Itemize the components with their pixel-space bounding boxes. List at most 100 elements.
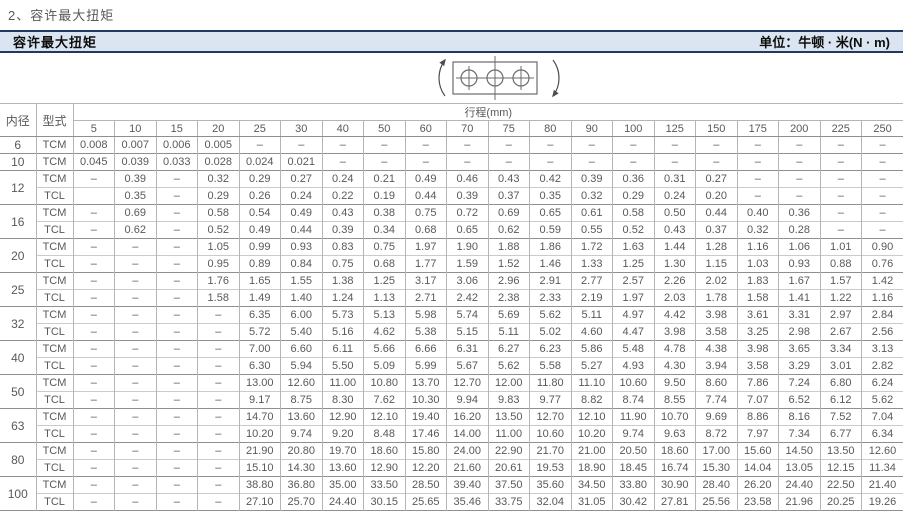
torque-value-cell: 6.23 <box>530 341 572 358</box>
torque-value-cell: 0.68 <box>405 222 447 239</box>
torque-value-cell: – <box>488 154 530 171</box>
torque-value-cell: 0.039 <box>115 154 157 171</box>
torque-value-cell: 3.98 <box>654 324 696 341</box>
torque-value-cell: 8.60 <box>696 375 738 392</box>
torque-value-cell: 4.60 <box>571 324 613 341</box>
torque-value-cell: 1.25 <box>364 273 406 290</box>
torque-value-cell: 5.58 <box>530 358 572 375</box>
torque-value-cell: – <box>198 426 240 443</box>
torque-value-cell: 14.30 <box>281 460 323 477</box>
torque-value-cell: 18.60 <box>654 443 696 460</box>
torque-value-cell: – <box>73 341 115 358</box>
torque-value-cell: 5.40 <box>281 324 323 341</box>
torque-value-cell: 5.94 <box>281 358 323 375</box>
table-row-bore-16-tcm: 16TCM–0.69–0.580.540.490.430.380.750.720… <box>0 205 903 222</box>
stroke-column-header: 150 <box>696 121 738 137</box>
torque-value-cell: 9.20 <box>322 426 364 443</box>
torque-value-cell: 25.70 <box>281 494 323 511</box>
torque-value-cell: 0.19 <box>364 188 406 205</box>
torque-value-cell: 3.94 <box>696 358 738 375</box>
torque-value-cell: 16.20 <box>447 409 489 426</box>
torque-value-cell: – <box>447 137 489 154</box>
bore-cell: 50 <box>0 375 36 409</box>
torque-value-cell: 1.97 <box>613 290 655 307</box>
torque-value-cell: 9.63 <box>654 426 696 443</box>
torque-value-cell: 33.50 <box>364 477 406 494</box>
bore-cell: 6 <box>0 137 36 154</box>
torque-value-cell: – <box>779 188 821 205</box>
torque-value-cell: – <box>115 256 157 273</box>
torque-value-cell: 1.38 <box>322 273 364 290</box>
torque-value-cell: 21.60 <box>447 460 489 477</box>
torque-value-cell: 1.63 <box>613 239 655 256</box>
torque-value-cell: 5.11 <box>571 307 613 324</box>
torque-value-cell: 5.48 <box>613 341 655 358</box>
torque-value-cell: 35.00 <box>322 477 364 494</box>
bore-cell: 20 <box>0 239 36 273</box>
torque-value-cell: 0.31 <box>654 171 696 188</box>
torque-value-cell: – <box>530 137 572 154</box>
torque-value-cell: – <box>198 324 240 341</box>
torque-value-cell: 2.19 <box>571 290 613 307</box>
torque-value-cell: – <box>156 239 198 256</box>
torque-value-cell: – <box>405 154 447 171</box>
torque-value-cell: 4.38 <box>696 341 738 358</box>
torque-value-cell: 3.13 <box>862 341 903 358</box>
torque-value-cell: 16.74 <box>654 460 696 477</box>
stroke-column-header: 5 <box>73 121 115 137</box>
torque-arrow-left <box>439 60 445 96</box>
torque-value-cell: – <box>862 188 903 205</box>
type-cell: TCL <box>36 426 73 443</box>
torque-value-cell: 2.57 <box>613 273 655 290</box>
torque-value-cell: 0.62 <box>488 222 530 239</box>
torque-value-cell: – <box>115 324 157 341</box>
torque-value-cell: 0.99 <box>239 239 281 256</box>
torque-value-cell: 27.81 <box>654 494 696 511</box>
torque-value-cell: 0.006 <box>156 137 198 154</box>
torque-value-cell: – <box>322 154 364 171</box>
torque-value-cell: 15.10 <box>239 460 281 477</box>
torque-value-cell: 0.68 <box>364 256 406 273</box>
type-cell: TCM <box>36 307 73 324</box>
torque-value-cell: – <box>654 137 696 154</box>
table-row-bore-20-tcl: TCL–––0.950.890.840.750.681.771.591.521.… <box>0 256 903 273</box>
torque-value-cell: 5.66 <box>364 341 406 358</box>
torque-value-cell: 1.03 <box>737 256 779 273</box>
torque-value-cell: – <box>820 222 862 239</box>
torque-value-cell: 7.97 <box>737 426 779 443</box>
type-cell: TCM <box>36 205 73 222</box>
torque-value-cell: 4.93 <box>613 358 655 375</box>
torque-value-cell: 0.65 <box>530 205 572 222</box>
torque-value-cell: 1.58 <box>198 290 240 307</box>
torque-value-cell: 8.48 <box>364 426 406 443</box>
table-row-bore-25-tcl: TCL–––1.581.491.401.241.132.712.422.382.… <box>0 290 903 307</box>
header-row-top: 内径 型式 行程(mm) <box>0 104 903 121</box>
torque-value-cell: 21.00 <box>571 443 613 460</box>
stroke-column-header: 60 <box>405 121 447 137</box>
type-cell: TCL <box>36 494 73 511</box>
torque-value-cell: – <box>198 460 240 477</box>
torque-table-wrap: 内径 型式 行程(mm) 510152025304050607075809010… <box>0 103 903 511</box>
torque-value-cell: 0.52 <box>613 222 655 239</box>
torque-value-cell: 1.22 <box>820 290 862 307</box>
torque-value-cell: – <box>73 171 115 188</box>
torque-value-cell: 32.04 <box>530 494 572 511</box>
table-row-bore-50-tcm: 50TCM––––13.0012.6011.0010.8013.7012.701… <box>0 375 903 392</box>
torque-value-cell: 25.56 <box>696 494 738 511</box>
type-cell: TCM <box>36 477 73 494</box>
torque-value-cell: – <box>198 409 240 426</box>
torque-value-cell: 19.26 <box>862 494 903 511</box>
torque-value-cell: 5.62 <box>530 307 572 324</box>
torque-value-cell: 0.62 <box>115 222 157 239</box>
torque-value-cell: – <box>115 358 157 375</box>
torque-value-cell: 9.17 <box>239 392 281 409</box>
torque-value-cell: 0.44 <box>696 205 738 222</box>
torque-value-cell: 4.47 <box>613 324 655 341</box>
torque-value-cell: – <box>73 494 115 511</box>
torque-value-cell: – <box>115 273 157 290</box>
torque-value-cell: 3.29 <box>779 358 821 375</box>
torque-value-cell: 0.24 <box>281 188 323 205</box>
torque-value-cell: 13.70 <box>405 375 447 392</box>
torque-value-cell: 9.50 <box>654 375 696 392</box>
torque-value-cell: 3.31 <box>779 307 821 324</box>
